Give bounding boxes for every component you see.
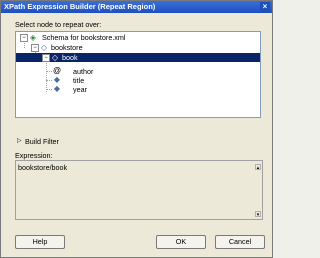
tree-line — [46, 58, 47, 92]
build-filter-link[interactable]: Build Filter — [25, 137, 59, 146]
expand-arrow-icon[interactable]: ▷ — [17, 137, 22, 144]
attribute-icon: @ — [53, 66, 61, 75]
collapse-root-toggle[interactable]: − — [20, 34, 28, 42]
tree-node-author[interactable]: author — [73, 67, 93, 76]
ok-button[interactable]: OK — [156, 235, 206, 249]
tree-line — [46, 89, 52, 90]
expression-value[interactable]: bookstore/book — [18, 163, 67, 172]
tree-line — [46, 71, 52, 72]
tree-node-bookstore[interactable]: bookstore — [51, 43, 83, 52]
close-button[interactable]: × — [260, 2, 270, 12]
element-icon: ◆ — [53, 84, 61, 93]
tree-node-book[interactable]: book — [62, 53, 78, 62]
collapse-book-toggle[interactable]: − — [42, 54, 50, 62]
element-icon: ◇ — [40, 43, 48, 52]
tree-line — [46, 80, 52, 81]
scroll-up-icon[interactable]: ▴ — [255, 164, 261, 171]
document-icon: ◈ — [29, 33, 37, 42]
xpath-dialog: XPath Expression Builder (Repeat Region)… — [0, 0, 273, 258]
element-icon: ◇ — [51, 53, 59, 62]
cancel-button[interactable]: Cancel — [215, 235, 265, 249]
tree-node-root[interactable]: Schema for bookstore.xml — [42, 33, 126, 42]
collapse-bookstore-toggle[interactable]: − — [31, 44, 39, 52]
node-tree[interactable]: − ◈ Schema for bookstore.xml − ◇ booksto… — [15, 31, 261, 118]
expression-label: Expression: — [15, 151, 53, 160]
scroll-down-icon[interactable]: ▾ — [255, 211, 261, 218]
title-bar: XPath Expression Builder (Repeat Region)… — [1, 1, 272, 13]
expression-scrollbar[interactable]: ▴ ▾ — [255, 162, 261, 218]
tree-node-title[interactable]: title — [73, 76, 84, 85]
expression-textarea[interactable]: bookstore/book ▴ ▾ — [15, 160, 263, 220]
help-button[interactable]: Help — [15, 235, 65, 249]
element-icon: ◆ — [53, 75, 61, 84]
tree-node-year[interactable]: year — [73, 85, 87, 94]
select-node-label: Select node to repeat over: — [15, 20, 102, 29]
window-title: XPath Expression Builder (Repeat Region) — [4, 2, 156, 11]
